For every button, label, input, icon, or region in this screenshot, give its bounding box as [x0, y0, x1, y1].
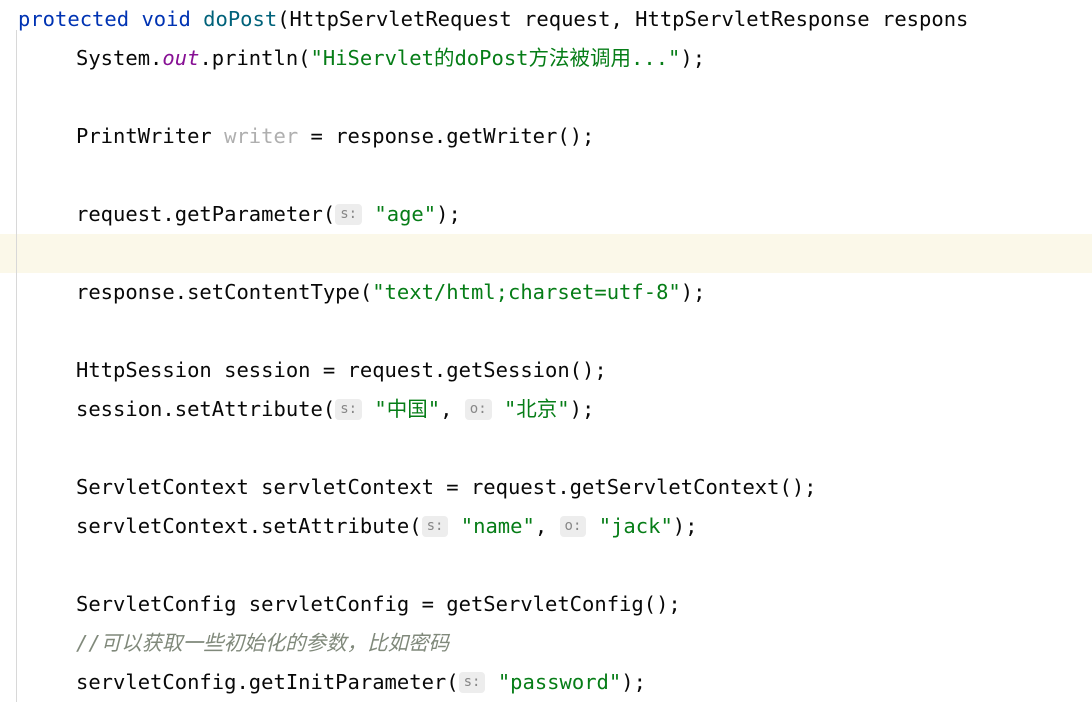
- code-line[interactable]: [0, 429, 1092, 468]
- code-token-plain: ,: [440, 397, 465, 421]
- code-token-str: "text/html;charset=utf-8": [372, 280, 681, 304]
- code-token-plain: );: [436, 202, 461, 226]
- code-token-plain: response.setContentType(: [76, 280, 373, 304]
- code-token-plain: = response.getWriter();: [298, 124, 595, 148]
- parameter-name-hint[interactable]: s:: [421, 516, 449, 537]
- code-token-field: out: [162, 46, 200, 70]
- code-token-str: "中国": [374, 397, 441, 421]
- code-line[interactable]: [0, 78, 1092, 117]
- parameter-name-hint[interactable]: s:: [335, 204, 363, 225]
- code-token-str: "北京": [503, 397, 570, 421]
- code-line[interactable]: protected void doPost(HttpServletRequest…: [0, 0, 1092, 39]
- code-token-plain: .println(: [199, 46, 311, 70]
- code-line[interactable]: [0, 156, 1092, 195]
- parameter-name-hint[interactable]: o:: [464, 399, 492, 420]
- code-content[interactable]: protected void doPost(HttpServletRequest…: [0, 0, 1092, 702]
- code-line[interactable]: response.setContentType("text/html;chars…: [0, 273, 1092, 312]
- code-token-unused: writer: [224, 124, 299, 148]
- code-line[interactable]: //可以获取一些初始化的参数，比如密码: [0, 624, 1092, 663]
- code-token-plain: ServletContext servletContext = request.…: [76, 475, 817, 499]
- code-token-plain: );: [672, 514, 698, 538]
- code-line[interactable]: servletContext.setAttribute(s: "name", o…: [0, 507, 1092, 546]
- code-token-plain: ,: [534, 514, 560, 538]
- code-line[interactable]: session.setAttribute(s: "中国", o: "北京");: [0, 390, 1092, 429]
- code-line[interactable]: System.out.println("HiServlet的doPost方法被调…: [0, 39, 1092, 78]
- code-line[interactable]: HttpSession session = request.getSession…: [0, 351, 1092, 390]
- parameter-name-hint[interactable]: o:: [559, 516, 587, 537]
- code-token-str: "jack": [598, 514, 673, 538]
- code-line[interactable]: [0, 546, 1092, 585]
- code-token-kw: protected: [18, 7, 130, 31]
- parameter-name-hint[interactable]: s:: [335, 399, 363, 420]
- code-token-str: "password": [497, 670, 622, 694]
- code-editor[interactable]: protected void doPost(HttpServletRequest…: [0, 0, 1092, 702]
- code-token-plain: );: [680, 280, 706, 304]
- code-token-plain: );: [680, 46, 706, 70]
- code-line[interactable]: PrintWriter writer = response.getWriter(…: [0, 117, 1092, 156]
- parameter-name-hint[interactable]: s:: [458, 672, 486, 693]
- code-token-plain: session.setAttribute(: [76, 397, 336, 421]
- code-token-str: "age": [374, 202, 437, 226]
- code-line[interactable]: [0, 312, 1092, 351]
- code-token-plain: request.getParameter(: [76, 202, 336, 226]
- code-token-plain: );: [621, 670, 646, 694]
- code-token-str: "name": [460, 514, 535, 538]
- code-token-plain: HttpSession session = request.getSession…: [76, 358, 607, 382]
- code-token-plain: PrintWriter: [76, 124, 225, 148]
- code-token-plain: ServletConfig servletConfig = getServlet…: [76, 592, 681, 616]
- code-line[interactable]: ServletConfig servletConfig = getServlet…: [0, 585, 1092, 624]
- code-token-plain: servletConfig.getInitParameter(: [76, 670, 459, 694]
- code-line[interactable]: [0, 234, 1092, 273]
- code-token-method: doPost: [203, 7, 278, 31]
- code-token-plain: servletContext.setAttribute(: [76, 514, 422, 538]
- code-token-str: "HiServlet的doPost方法被调用...": [310, 46, 681, 70]
- code-token-comment: //可以获取一些初始化的参数，比如密码: [76, 631, 450, 655]
- code-line[interactable]: request.getParameter(s: "age");: [0, 195, 1092, 234]
- code-line[interactable]: servletConfig.getInitParameter(s: "passw…: [0, 663, 1092, 702]
- code-line[interactable]: ServletContext servletContext = request.…: [0, 468, 1092, 507]
- code-token-plain: );: [569, 397, 595, 421]
- code-token-plain: System.: [76, 46, 163, 70]
- code-token-plain: (HttpServletRequest request, HttpServlet…: [277, 7, 969, 31]
- code-token-kw: void: [141, 7, 191, 31]
